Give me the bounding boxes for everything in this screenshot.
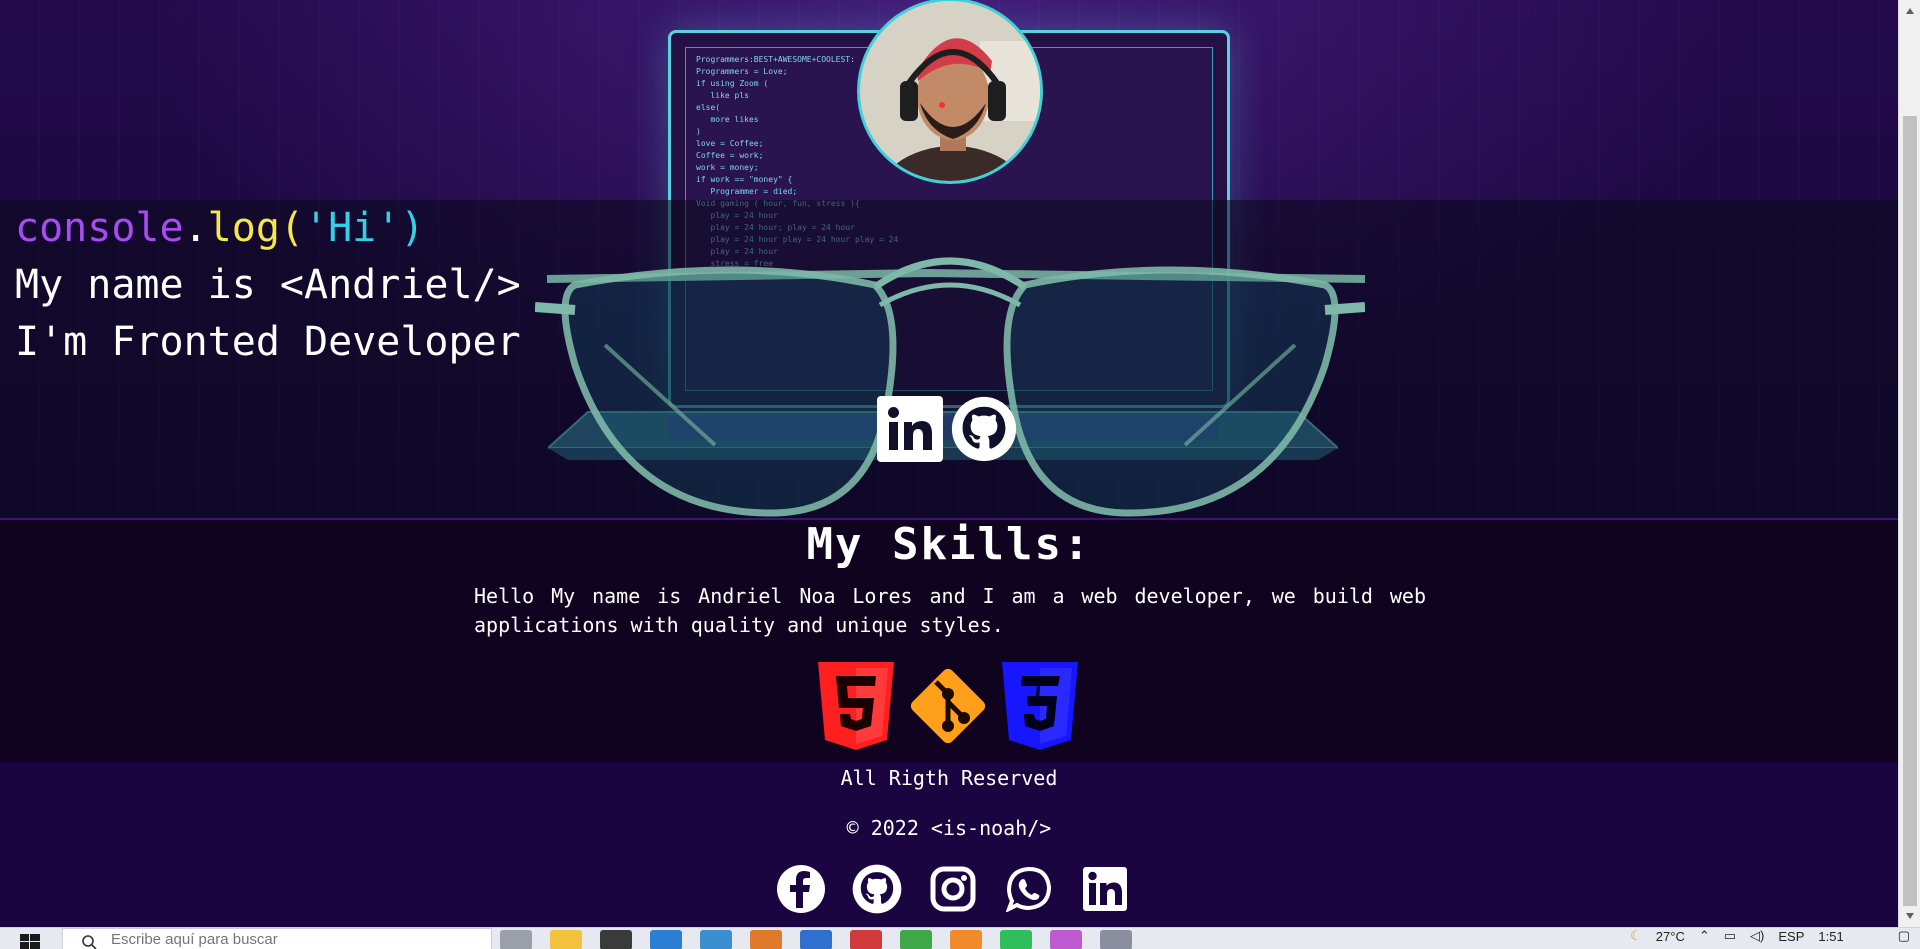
hero-social-links <box>877 396 1017 462</box>
linkedin-icon <box>1083 867 1127 911</box>
skills-icons <box>818 662 1078 750</box>
clock-time[interactable]: 1:51 <box>1818 929 1843 944</box>
github-link[interactable] <box>951 396 1017 462</box>
app-colorful-icon[interactable] <box>1050 930 1082 949</box>
css3-icon <box>1002 662 1078 750</box>
skills-description: Hello My name is Andriel Noa Lores and I… <box>474 584 1426 637</box>
chrome-icon[interactable] <box>900 930 932 949</box>
intro-string-hi: 'Hi' <box>304 205 401 251</box>
app-red-icon[interactable] <box>850 930 882 949</box>
system-tray: ☾ 27°C ⌃ ▭ ◁) ESP 1:51 ▢ <box>1630 928 1910 944</box>
intro-console-word: console <box>15 205 184 251</box>
firefox-icon[interactable] <box>950 930 982 949</box>
search-icon <box>82 935 97 949</box>
whatsapp-link[interactable] <box>1004 864 1054 914</box>
linkedin-footer-link[interactable] <box>1080 864 1130 914</box>
linkedin-icon <box>888 407 932 450</box>
intro-log-word: log <box>207 205 280 251</box>
scroll-up-arrow-icon[interactable] <box>1899 2 1920 20</box>
whatsapp-icon <box>1006 866 1052 912</box>
taskbar-search-box[interactable] <box>62 928 492 949</box>
temperature-text: 27°C <box>1655 928 1685 944</box>
language-indicator[interactable]: ESP <box>1778 929 1804 944</box>
intro-paren-close: ) <box>400 205 425 251</box>
intro-dot: . <box>183 205 208 251</box>
html5-icon <box>818 662 894 750</box>
taskbar-pinned-apps <box>500 930 1132 949</box>
terminal-icon[interactable] <box>600 930 632 949</box>
vscode-icon[interactable] <box>650 930 682 949</box>
scroll-down-arrow-icon[interactable] <box>1899 907 1920 925</box>
windows-start-icon[interactable] <box>20 934 40 949</box>
notifications-icon[interactable]: ▢ <box>1898 928 1910 944</box>
footer-social-links <box>776 864 1130 914</box>
save-app-icon[interactable] <box>800 930 832 949</box>
github-icon <box>852 864 902 914</box>
github-icon <box>951 396 1017 462</box>
facebook-link[interactable] <box>776 864 826 914</box>
intro-console-line: console.log('Hi') <box>15 200 521 257</box>
linkedin-link[interactable] <box>877 396 943 462</box>
footer-copyright: © 2022 <is-noah/> <box>846 816 1052 840</box>
instagram-link[interactable] <box>928 864 978 914</box>
footer-rights: All Rigth Reserved <box>840 766 1058 790</box>
intro-text: console.log('Hi') My name is <Andriel/> … <box>15 200 521 371</box>
whatsapp-app-icon[interactable] <box>1000 930 1032 949</box>
git-icon <box>910 668 986 744</box>
facebook-icon <box>777 865 825 913</box>
instagram-icon <box>930 866 976 912</box>
app-gray-icon[interactable] <box>1100 930 1132 949</box>
skills-section: My Skills: Hello My name is Andriel Noa … <box>0 520 1898 762</box>
weather-icon[interactable]: ☾ <box>1630 928 1642 944</box>
volume-icon[interactable]: ◁) <box>1750 928 1764 944</box>
windows-taskbar: ☾ 27°C ⌃ ▭ ◁) ESP 1:51 ▢ <box>0 927 1920 949</box>
task-view-icon[interactable] <box>500 930 532 949</box>
file-explorer-icon[interactable] <box>550 930 582 949</box>
app-store-icon[interactable] <box>750 930 782 949</box>
github-footer-link[interactable] <box>852 864 902 914</box>
page-viewport: Programmers:BEST+AWESOME+COOLEST: Program… <box>0 0 1898 927</box>
chevron-up-icon[interactable]: ⌃ <box>1699 928 1710 944</box>
hero-section: Programmers:BEST+AWESOME+COOLEST: Program… <box>0 0 1898 520</box>
intro-role-line: I'm Fronted Developer <box>15 319 521 365</box>
network-icon[interactable]: ▭ <box>1724 928 1736 944</box>
taskbar-search-input[interactable] <box>111 931 371 948</box>
profile-avatar <box>857 0 1043 184</box>
footer: All Rigth Reserved © 2022 <is-noah/> <box>0 762 1898 927</box>
scrollbar-thumb[interactable] <box>1903 116 1917 906</box>
intro-name-line: My name is <Andriel/> <box>15 262 521 308</box>
aviator-glasses-illustration <box>535 257 1365 517</box>
app-blue-icon[interactable] <box>700 930 732 949</box>
skills-title: My Skills: <box>806 519 1092 570</box>
vertical-scrollbar[interactable] <box>1898 0 1920 927</box>
intro-paren-open: ( <box>279 205 305 251</box>
